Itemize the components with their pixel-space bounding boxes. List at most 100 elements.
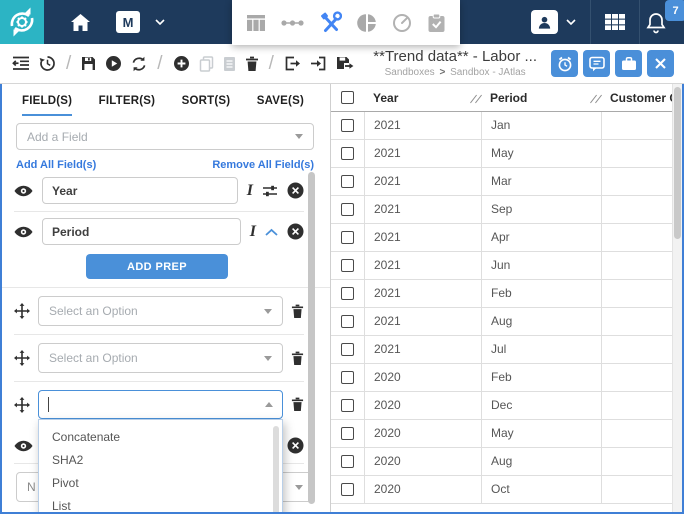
history-button[interactable] — [39, 55, 56, 72]
save-arrow-icon — [336, 56, 354, 71]
run-button[interactable] — [105, 55, 122, 72]
data-prep-tools-button[interactable] — [319, 11, 342, 34]
move-handle-icon[interactable] — [14, 397, 30, 413]
user-chevron-down-icon[interactable] — [566, 19, 576, 25]
select-all-checkbox[interactable] — [341, 91, 354, 104]
move-handle-icon[interactable] — [14, 303, 30, 319]
pie-chart-button[interactable] — [357, 13, 377, 33]
table-scrollbar-thumb[interactable] — [674, 87, 681, 239]
row-checkbox[interactable] — [341, 455, 354, 468]
prep-option-combobox[interactable] — [38, 390, 283, 419]
dropdown-option[interactable]: List — [39, 495, 282, 514]
row-checkbox[interactable] — [341, 203, 354, 216]
row-checkbox[interactable] — [341, 483, 354, 496]
comments-button[interactable] — [583, 50, 610, 77]
delete-prep-icon[interactable] — [291, 351, 304, 366]
column-resize-handle[interactable] — [470, 93, 481, 104]
add-field-select[interactable]: Add a Field — [16, 123, 314, 150]
table-scrollbar[interactable] — [672, 84, 682, 512]
row-checkbox[interactable] — [341, 119, 354, 132]
move-handle-icon[interactable] — [14, 350, 30, 366]
field-name-input[interactable] — [42, 218, 241, 245]
add-prep-button[interactable]: ADD PREP — [86, 254, 228, 279]
outline-button[interactable] — [12, 56, 30, 71]
delete-prep-icon[interactable] — [291, 304, 304, 319]
import-button[interactable] — [310, 56, 327, 71]
row-checkbox[interactable] — [341, 259, 354, 272]
dropdown-scrollbar[interactable] — [273, 426, 279, 514]
tune-sliders-icon[interactable] — [262, 184, 278, 198]
briefcase-button[interactable] — [615, 50, 642, 77]
field-name-input[interactable] — [42, 177, 238, 204]
gauge-button[interactable] — [392, 13, 412, 33]
app-logo[interactable] — [0, 0, 44, 44]
panel-scrollbar[interactable] — [308, 172, 315, 504]
remove-field-icon[interactable] — [287, 182, 304, 199]
column-header-customer[interactable]: Customer Co — [601, 91, 672, 105]
row-checkbox[interactable] — [341, 371, 354, 384]
column-header-year[interactable]: Year — [373, 91, 398, 105]
workspace-chevron-down-icon[interactable] — [155, 19, 165, 25]
panel-tab[interactable]: FIELD(S) — [22, 95, 72, 116]
schedule-button[interactable] — [551, 50, 578, 77]
add-button[interactable] — [173, 55, 190, 72]
delete-prep-icon[interactable] — [291, 397, 304, 412]
column-header-period[interactable]: Period — [490, 91, 527, 105]
copy-button[interactable] — [199, 56, 214, 72]
row-checkbox[interactable] — [341, 287, 354, 300]
breadcrumb: Sandboxes > Sandbox - JAtlas — [373, 67, 537, 80]
prep-option-select[interactable]: Select an Option — [38, 343, 283, 373]
dropdown-option[interactable]: Pivot — [39, 472, 282, 495]
user-account-button[interactable] — [531, 10, 558, 34]
play-icon — [105, 55, 122, 72]
panel-tab[interactable]: FILTER(S) — [99, 95, 156, 116]
row-checkbox[interactable] — [341, 427, 354, 440]
remove-all-fields-link[interactable]: Remove All Field(s) — [212, 159, 314, 171]
breadcrumb-root[interactable]: Sandboxes — [385, 67, 435, 78]
flow-view-button[interactable] — [281, 18, 304, 28]
dropdown-option[interactable]: Concatenate — [39, 426, 282, 449]
briefcase-icon — [621, 56, 637, 71]
italic-format-icon[interactable]: I — [250, 224, 256, 240]
visibility-eye-icon[interactable] — [14, 226, 33, 238]
cell-year: 2020 — [364, 420, 481, 447]
cell-year: 2020 — [364, 448, 481, 475]
prep-row-open: Concatenate SHA2 Pivot List Distinct Lis… — [14, 390, 304, 427]
save-button[interactable] — [81, 56, 96, 71]
clipboard-check-button[interactable] — [427, 13, 446, 33]
row-checkbox[interactable] — [341, 175, 354, 188]
columns-view-button[interactable] — [246, 14, 266, 32]
cell-year: 2021 — [364, 308, 481, 335]
row-checkbox[interactable] — [341, 147, 354, 160]
table-row: 2021 Jun — [331, 252, 672, 280]
apps-grid-button[interactable] — [591, 11, 639, 33]
column-resize-handle[interactable] — [590, 93, 601, 104]
visibility-eye-icon[interactable] — [14, 185, 33, 197]
prep-row: Select an Option — [14, 343, 304, 382]
row-checkbox[interactable] — [341, 315, 354, 328]
refresh-button[interactable] — [131, 56, 147, 72]
close-button[interactable] — [647, 50, 674, 77]
home-button[interactable] — [71, 14, 90, 31]
export-button[interactable] — [284, 56, 301, 71]
remove-field-icon[interactable] — [287, 437, 304, 454]
save-export-button[interactable] — [336, 56, 354, 71]
visibility-eye-icon[interactable] — [14, 440, 33, 452]
panel-tab[interactable]: SAVE(S) — [257, 95, 304, 116]
row-checkbox[interactable] — [341, 231, 354, 244]
trash-icon — [245, 56, 259, 72]
notifications-button[interactable]: 7 — [640, 0, 684, 44]
workspace-button[interactable]: M — [116, 11, 140, 33]
field-group-period: I ADD PREP — [2, 218, 330, 288]
italic-format-icon[interactable]: I — [247, 183, 253, 199]
remove-field-icon[interactable] — [287, 223, 304, 240]
collapse-chevron-up-icon[interactable] — [265, 228, 278, 236]
row-checkbox[interactable] — [341, 399, 354, 412]
row-checkbox[interactable] — [341, 343, 354, 356]
prep-option-select[interactable]: Select an Option — [38, 296, 283, 326]
delete-button[interactable] — [245, 56, 259, 72]
panel-tab[interactable]: SORT(S) — [182, 95, 231, 116]
paste-button[interactable] — [223, 56, 236, 72]
dropdown-option[interactable]: SHA2 — [39, 449, 282, 472]
add-all-fields-link[interactable]: Add All Field(s) — [16, 159, 96, 171]
